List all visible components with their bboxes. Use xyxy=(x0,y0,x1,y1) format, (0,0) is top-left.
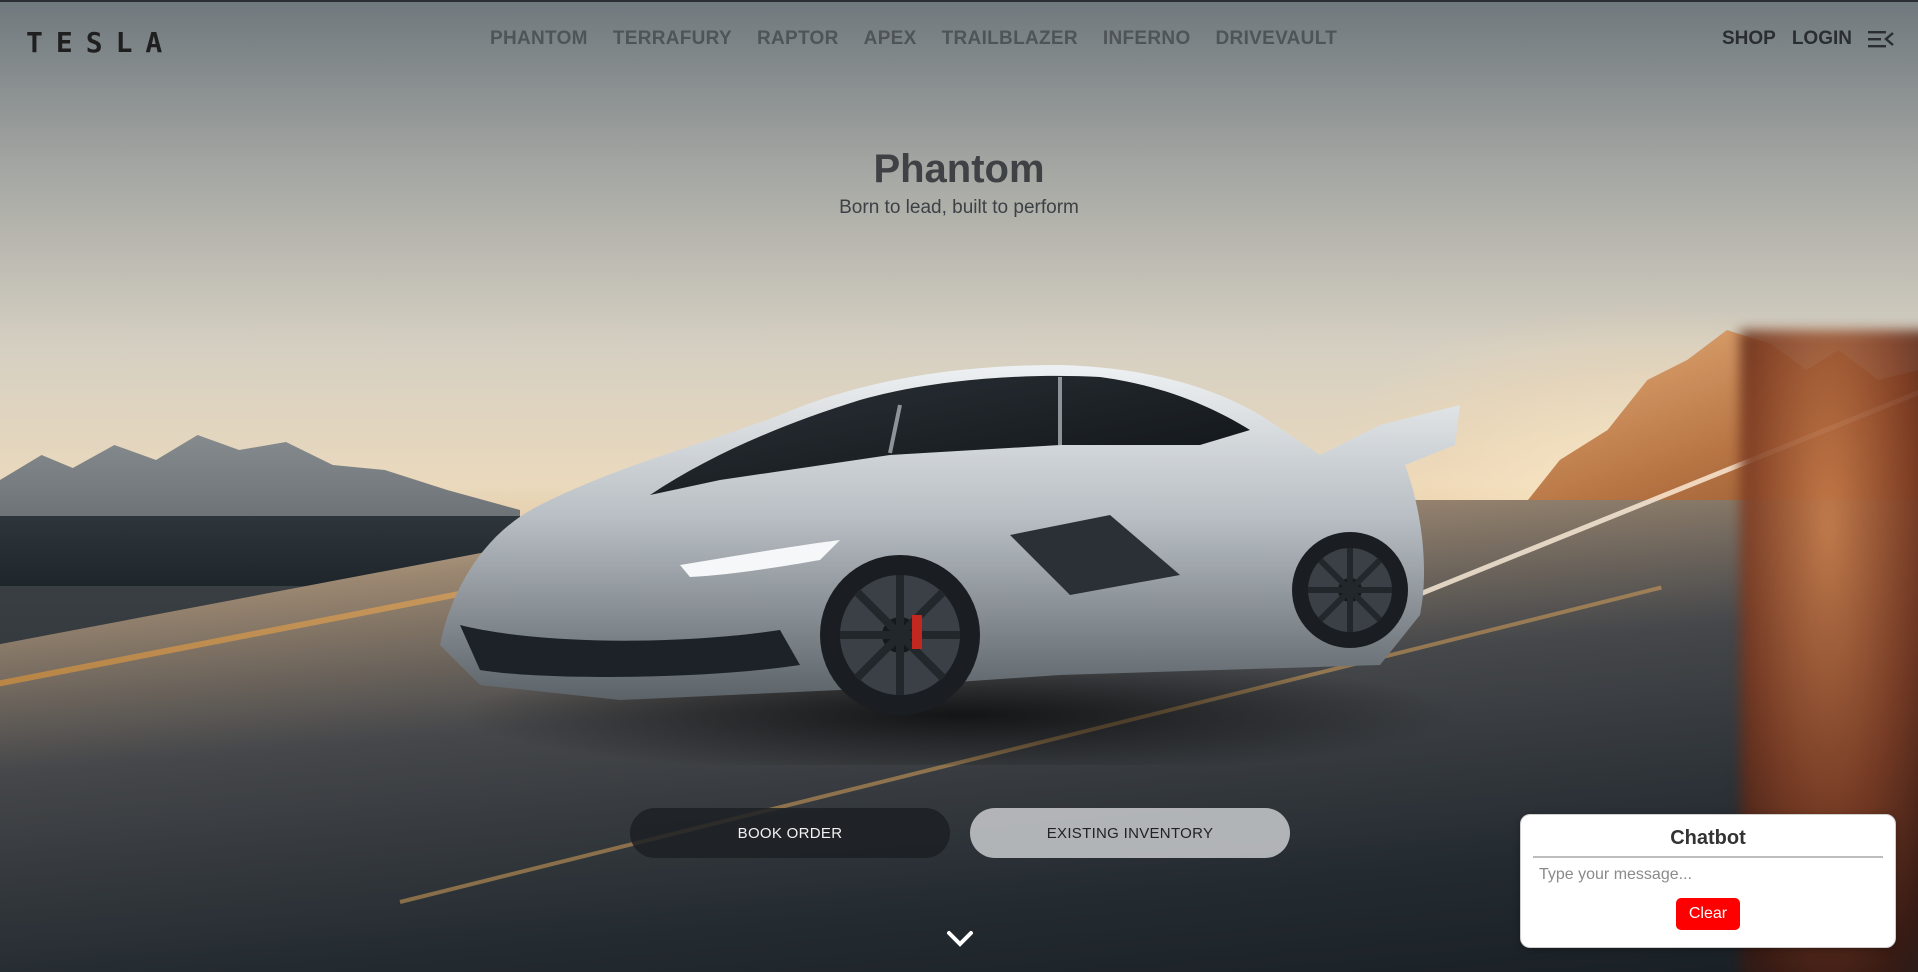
login-link[interactable]: LOGIN xyxy=(1792,28,1852,50)
site-header: TESLA PHANTOM TERRAFURY RAPTOR APEX TRAI… xyxy=(0,0,1918,80)
tesla-logo[interactable]: TESLA xyxy=(26,26,175,59)
existing-inventory-button[interactable]: EXISTING INVENTORY xyxy=(970,808,1290,858)
cta-buttons: BOOK ORDER EXISTING INVENTORY xyxy=(630,808,1290,858)
nav-item-phantom[interactable]: PHANTOM xyxy=(490,28,588,50)
nav-item-trailblazer[interactable]: TRAILBLAZER xyxy=(942,28,1078,50)
chatbot-widget: Chatbot Clear xyxy=(1520,814,1896,948)
car-illustration xyxy=(440,365,1460,765)
menu-icon[interactable] xyxy=(1868,29,1894,49)
chevron-down-icon[interactable] xyxy=(946,930,974,948)
hero-headline: Phantom Born to lead, built to perform xyxy=(0,145,1918,219)
chatbot-divider xyxy=(1533,856,1883,858)
chatbot-clear-button[interactable]: Clear xyxy=(1676,898,1740,930)
chatbot-message-input[interactable] xyxy=(1533,862,1885,888)
model-nav: PHANTOM TERRAFURY RAPTOR APEX TRAILBLAZE… xyxy=(490,28,1362,50)
shop-link[interactable]: SHOP xyxy=(1722,28,1776,50)
nav-item-raptor[interactable]: RAPTOR xyxy=(757,28,839,50)
nav-item-terrafury[interactable]: TERRAFURY xyxy=(613,28,732,50)
nav-item-apex[interactable]: APEX xyxy=(864,28,917,50)
page-title: Phantom xyxy=(873,147,1045,191)
chatbot-title: Chatbot xyxy=(1670,827,1746,849)
account-nav: SHOP LOGIN xyxy=(1722,28,1894,50)
nav-item-inferno[interactable]: INFERNO xyxy=(1103,28,1191,50)
page-subtitle: Born to lead, built to perform xyxy=(839,197,1079,218)
book-order-button[interactable]: BOOK ORDER xyxy=(630,808,950,858)
nav-item-drivevault[interactable]: DRIVEVAULT xyxy=(1216,28,1338,50)
hero-car-image xyxy=(420,345,1480,765)
